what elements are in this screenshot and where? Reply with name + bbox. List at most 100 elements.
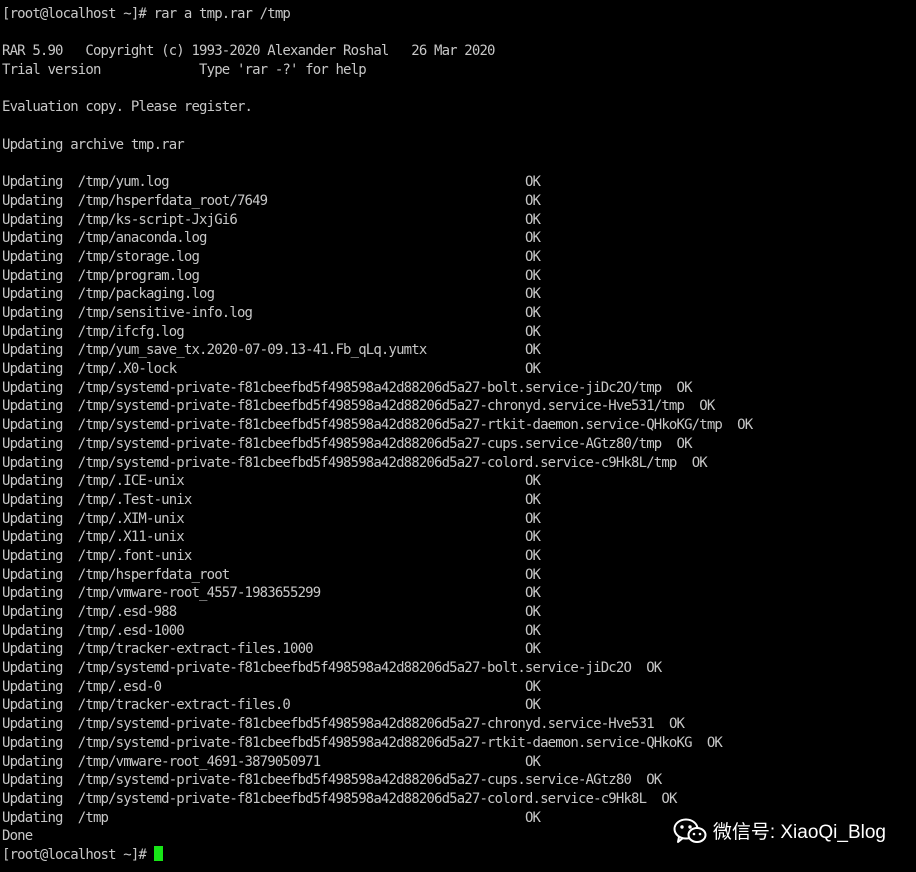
- update-row: Updating /tmp/systemd-private-f81cbeefbd…: [2, 790, 916, 809]
- wechat-icon: [673, 818, 707, 843]
- watermark-text: 微信号: XiaoQi_Blog: [712, 822, 886, 843]
- column-gap: [320, 585, 525, 601]
- column-gap: [654, 716, 669, 732]
- column-gap: [684, 398, 699, 414]
- update-path: Updating /tmp/systemd-private-f81cbeefbd…: [2, 716, 655, 733]
- update-path: Updating /tmp/.X11-unix: [2, 529, 185, 546]
- update-row: Updating /tmp/systemd-private-f81cbeefbd…: [2, 734, 916, 753]
- status-ok: OK: [524, 753, 541, 770]
- column-gap: [237, 212, 525, 228]
- status-ok: OK: [524, 604, 541, 620]
- update-row: Updating /tmp/yum_save_tx.2020-07-09.13-…: [2, 341, 916, 360]
- update-path: Updating /tmp/.XIM-unix: [2, 510, 185, 527]
- update-path: Updating /tmp/program.log: [2, 267, 200, 284]
- update-row: Updating /tmp/program.log OK: [2, 267, 916, 286]
- update-row: Updating /tmp/storage.log OK: [2, 248, 916, 267]
- update-list: Updating /tmp/yum.log OK Updating /tmp/hs…: [2, 173, 916, 827]
- status-ok: OK: [646, 660, 662, 677]
- update-row: Updating /tmp/.esd-0 OK: [2, 678, 916, 697]
- status-ok: OK: [661, 790, 677, 807]
- update-row: Updating /tmp/hsperfdata_root OK: [2, 566, 916, 585]
- column-gap: [320, 754, 525, 770]
- column-gap: [207, 230, 525, 246]
- update-path: Updating /tmp/hsperfdata_root/7649: [2, 192, 268, 209]
- update-row: Updating /tmp/anaconda.log OK: [2, 229, 916, 248]
- update-path: Updating /tmp: [2, 809, 109, 826]
- text-cursor: [153, 845, 163, 861]
- column-gap: [661, 380, 676, 396]
- status-ok: OK: [524, 566, 541, 583]
- status-ok: OK: [524, 248, 541, 265]
- column-gap: [184, 529, 525, 545]
- update-row: Updating /tmp/systemd-private-f81cbeefbd…: [2, 715, 916, 734]
- status-ok: OK: [524, 174, 541, 191]
- update-row: Updating /tmp/packaging.log OK: [2, 285, 916, 304]
- terminal-window[interactable]: [root@localhost ~]# rar a tmp.rar /tmp R…: [0, 0, 916, 872]
- update-path: Updating /tmp/tracker-extract-files.0: [2, 697, 291, 714]
- column-gap: [108, 810, 525, 826]
- column-gap: [176, 604, 525, 620]
- evaluation-notice: Evaluation copy. Please register.: [2, 99, 253, 116]
- update-path: Updating /tmp/tracker-extract-files.1000: [2, 641, 314, 658]
- status-ok: OK: [706, 734, 723, 751]
- status-ok: OK: [676, 379, 693, 396]
- update-path: Updating /tmp/.Test-unix: [2, 491, 192, 508]
- update-row: Updating /tmp/systemd-private-f81cbeefbd…: [2, 454, 916, 473]
- update-path: Updating /tmp/.X0-lock: [2, 361, 177, 378]
- status-ok: OK: [524, 529, 541, 546]
- update-row: Updating /tmp/.X0-lock OK: [2, 360, 916, 379]
- prompt-line[interactable]: [root@localhost ~]#: [2, 845, 916, 865]
- column-gap: [252, 305, 525, 321]
- update-row: Updating /tmp/.ICE-unix OK: [2, 472, 916, 491]
- status-ok: OK: [524, 342, 541, 359]
- trial-version-line: Trial version Type 'rar -?' for help: [2, 62, 367, 79]
- status-ok: OK: [668, 716, 685, 733]
- column-gap: [692, 735, 707, 751]
- update-path: Updating /tmp/yum_save_tx.2020-07-09.13-…: [2, 342, 427, 359]
- update-path: Updating /tmp/ks-script-JxjGi6: [2, 211, 238, 228]
- update-path: Updating /tmp/systemd-private-f81cbeefbd…: [2, 379, 662, 396]
- status-ok: OK: [737, 417, 753, 434]
- update-row: Updating /tmp/hsperfdata_root/7649 OK: [2, 192, 916, 211]
- update-path: Updating /tmp/sensitive-info.log: [2, 305, 253, 321]
- column-gap: [661, 436, 676, 452]
- update-row: Updating /tmp/.X11-unix OK: [2, 528, 916, 547]
- update-row: Updating /tmp/vmware-root_4691-387905097…: [2, 753, 916, 772]
- update-path: Updating /tmp/systemd-private-f81cbeefbd…: [2, 734, 693, 751]
- status-ok: OK: [646, 772, 662, 789]
- status-ok: OK: [524, 491, 541, 508]
- update-path: Updating /tmp/systemd-private-f81cbeefbd…: [2, 417, 723, 434]
- column-gap: [176, 361, 525, 377]
- update-path: Updating /tmp/yum.log: [2, 174, 170, 191]
- rar-version-line: RAR 5.90 Copyright (c) 1993-2020 Alexand…: [2, 43, 495, 60]
- column-gap: [267, 193, 525, 209]
- update-path: Updating /tmp/storage.log: [2, 248, 200, 265]
- column-gap: [191, 548, 524, 564]
- update-path: Updating /tmp/vmware-root_4557-198365529…: [2, 585, 321, 602]
- update-path: Updating /tmp/systemd-private-f81cbeefbd…: [2, 398, 685, 415]
- watermark: 微信号: XiaoQi_Blog: [673, 817, 886, 844]
- column-gap: [722, 417, 737, 433]
- update-path: Updating /tmp/hsperfdata_root: [2, 566, 230, 583]
- status-ok: OK: [524, 267, 541, 284]
- status-ok: OK: [524, 361, 541, 378]
- archive-status-line: Updating archive tmp.rar: [2, 136, 185, 153]
- status-ok: OK: [524, 473, 541, 490]
- update-path: Updating /tmp/.font-unix: [2, 547, 192, 564]
- update-row: Updating /tmp/yum.log OK: [2, 173, 916, 192]
- column-gap: [191, 492, 524, 508]
- update-path: Updating /tmp/packaging.log: [2, 286, 215, 303]
- status-ok: OK: [524, 622, 541, 639]
- update-row: Updating /tmp/ks-script-JxjGi6 OK: [2, 211, 916, 230]
- column-gap: [290, 697, 525, 713]
- status-ok: OK: [524, 510, 541, 527]
- update-path: Updating /tmp/.ICE-unix: [2, 473, 185, 490]
- column-gap: [184, 511, 525, 527]
- status-ok: OK: [524, 230, 541, 247]
- update-path: Updating /tmp/systemd-private-f81cbeefbd…: [2, 790, 647, 807]
- shell-prompt: [root@localhost ~]#: [2, 846, 154, 863]
- column-gap: [631, 660, 646, 676]
